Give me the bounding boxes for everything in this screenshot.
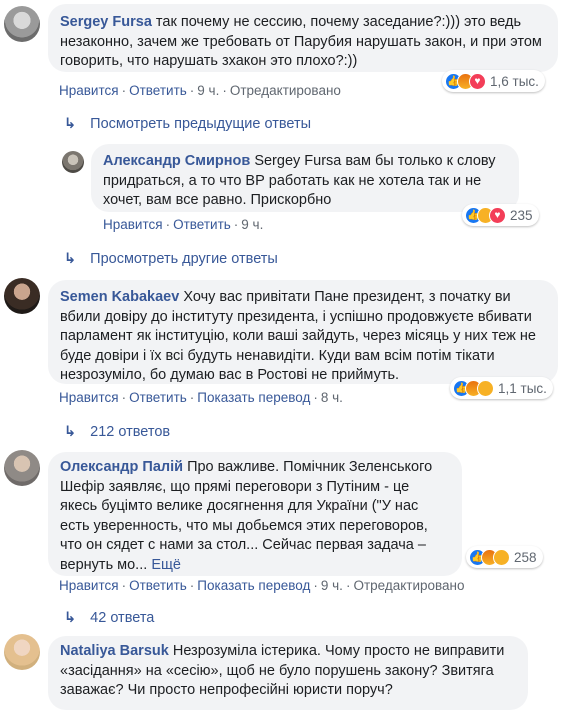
reply-arrow-icon: ↳ — [64, 116, 77, 132]
reply-link[interactable]: Ответить — [129, 83, 187, 98]
reactions-count: 258 — [514, 549, 537, 565]
reactions-count: 1,6 тыс. — [490, 73, 539, 89]
comment-bubble: Sergey Fursa так почему не сессию, почем… — [48, 4, 558, 72]
timestamp[interactable]: 9 ч. — [197, 83, 219, 98]
comment-author[interactable]: Semen Kabakaev — [60, 289, 179, 305]
reactions-count: 235 — [510, 207, 533, 223]
love-icon: ♥ — [469, 72, 486, 90]
haha-icon — [477, 379, 494, 397]
avatar[interactable] — [4, 6, 40, 42]
comment-bubble: Nataliya Barsuk Незрозуміла істерика. Чо… — [48, 636, 528, 710]
like-link[interactable]: Нравится — [59, 390, 119, 405]
love-icon: ♥ — [489, 206, 506, 224]
timestamp[interactable]: 8 ч. — [321, 390, 343, 405]
view-replies-label: 212 ответов — [90, 424, 171, 440]
comment-bubble: Semen Kabakaev Хочу вас привітати Пане п… — [48, 280, 558, 384]
comment-author[interactable]: Sergey Fursa — [60, 14, 152, 30]
see-more-link[interactable]: Ещё — [151, 557, 181, 573]
edited-label[interactable]: Отредактировано — [230, 83, 341, 98]
avatar[interactable] — [4, 278, 40, 314]
reply-link[interactable]: Ответить — [129, 578, 187, 593]
view-previous-replies-label: Посмотреть предыдущие ответы — [90, 116, 312, 132]
timestamp[interactable]: 9 ч. — [321, 578, 343, 593]
comment-bubble: Олександр Палій Про важливе. Помічник Зе… — [48, 452, 462, 576]
comment-author[interactable]: Александр Смирнов — [103, 153, 250, 169]
comment-author[interactable]: Nataliya Barsuk — [60, 643, 169, 659]
reply-arrow-icon: ↳ — [64, 610, 77, 626]
view-replies[interactable]: ↳ 42 ответа — [64, 610, 154, 626]
view-other-replies-label: Просмотреть другие ответы — [90, 251, 278, 267]
translate-link[interactable]: Показать перевод — [197, 578, 310, 593]
comment-bubble: Александр Смирнов Sergey Fursa вам бы то… — [91, 144, 519, 212]
like-link[interactable]: Нравится — [103, 217, 163, 232]
reactions-summary[interactable]: 👍 ♥ 235 — [462, 204, 539, 226]
comment-actions: Нравится · Ответить · 9 ч. · Отредактировано — [59, 83, 341, 98]
reply-arrow-icon: ↳ — [64, 424, 77, 440]
reactions-count: 1,1 тыс. — [498, 380, 547, 396]
like-link[interactable]: Нравится — [59, 578, 119, 593]
like-link[interactable]: Нравится — [59, 83, 119, 98]
view-previous-replies[interactable]: ↳ Посмотреть предыдущие ответы — [64, 116, 311, 132]
reply-link[interactable]: Ответить — [129, 390, 187, 405]
reactions-summary[interactable]: 👍 258 — [466, 546, 543, 568]
comment-actions: Нравится · Ответить · 9 ч. — [103, 217, 264, 232]
avatar[interactable] — [4, 634, 40, 670]
view-replies[interactable]: ↳ 212 ответов — [64, 424, 170, 440]
comment-actions: Нравится · Ответить · Показать перевод · 9 ч. ·… — [59, 578, 465, 593]
reply-link[interactable]: Ответить — [173, 217, 231, 232]
comment-text: Про важливе. Помічник Зеленського Шефір … — [60, 459, 433, 573]
reactions-summary[interactable]: 👍 1,1 тыс. — [450, 377, 553, 399]
view-replies-label: 42 ответа — [90, 610, 155, 626]
translate-link[interactable]: Показать перевод — [197, 390, 310, 405]
avatar[interactable] — [4, 450, 40, 486]
comment-actions: Нравится · Ответить · Показать перевод · 8 ч. — [59, 390, 343, 405]
comment-author[interactable]: Олександр Палій — [60, 459, 183, 475]
view-other-replies[interactable]: ↳ Просмотреть другие ответы — [64, 251, 278, 267]
edited-label[interactable]: Отредактировано — [353, 578, 464, 593]
timestamp[interactable]: 9 ч. — [241, 217, 263, 232]
avatar[interactable] — [62, 151, 84, 173]
reply-arrow-icon: ↳ — [64, 251, 77, 267]
reactions-summary[interactable]: 👍 ♥ 1,6 тыс. — [442, 70, 545, 92]
haha-icon — [493, 548, 510, 566]
